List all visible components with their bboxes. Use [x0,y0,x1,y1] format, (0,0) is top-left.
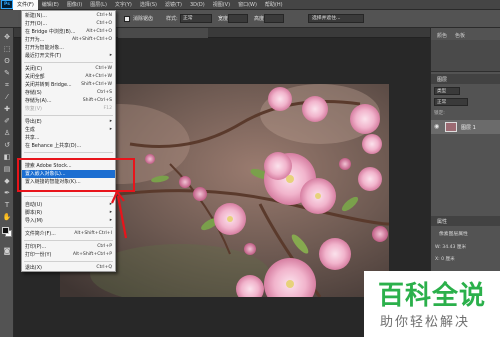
photoshop-window: Ps 文件(F) 编辑(E) 图像(I) 图层(L) 文字(Y) 选择(S) 滤… [0,0,500,337]
watermark-logo: 百科全说 助你轻松解决 [364,271,500,337]
watermark-subtitle: 助你轻松解决 [380,315,471,330]
foreground-color-swatch[interactable] [2,227,9,234]
watermark-title: 百科全说 [378,281,487,311]
